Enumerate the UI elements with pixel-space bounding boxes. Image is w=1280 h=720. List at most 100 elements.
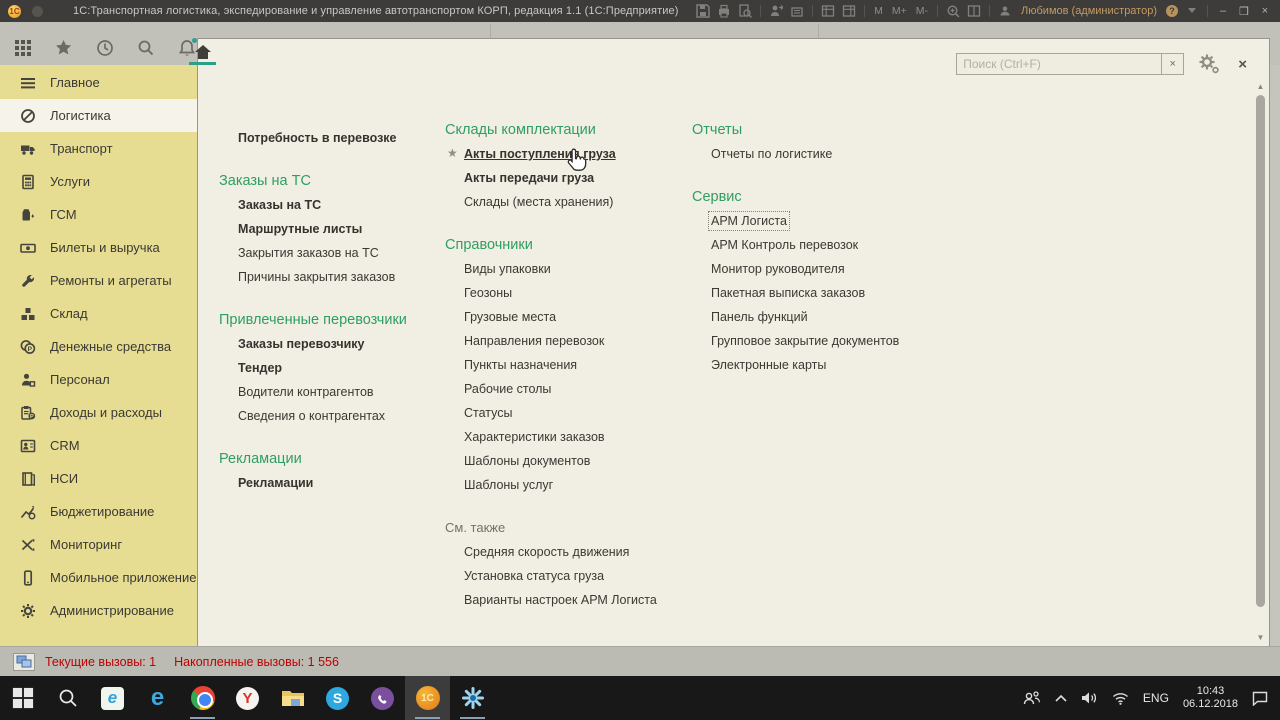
tab-home[interactable] [189,39,216,64]
menu-item[interactable]: Потребность в перевозке [219,126,435,150]
scroll-down-icon[interactable]: ▼ [1255,632,1266,643]
menu-item[interactable]: Тендер [219,356,435,380]
taskbar-chrome-app[interactable] [180,676,225,720]
menu-item[interactable]: Пакетная выписка заказов [692,281,942,305]
menu-item[interactable]: Рекламации [219,471,435,495]
menu-item[interactable]: Монитор руководителя [692,257,942,281]
menu-item[interactable]: Установка статуса груза [445,564,689,588]
scroll-up-icon[interactable]: ▲ [1255,81,1266,92]
sidebar-item-monitoring[interactable]: Мониторинг [0,528,197,561]
help-icon[interactable]: ? [1166,5,1178,17]
search-clear-button[interactable]: × [1162,53,1185,75]
sidebar-item-calculator[interactable]: Услуги [0,165,197,198]
menu-item[interactable]: АРМ Контроль перевозок [692,233,942,257]
taskbar-onec-app[interactable]: 1С [405,676,450,720]
current-user-label[interactable]: Любимов (администратор) [1021,5,1157,17]
menu-item[interactable]: Групповое закрытие документов [692,329,942,353]
taskbar-viber-app[interactable] [360,676,405,720]
table-icon[interactable] [821,5,835,18]
taskbar-edge-app[interactable]: e [135,676,180,720]
menu-item[interactable]: Средняя скорость движения [445,540,689,564]
table-settings-icon[interactable] [842,5,856,18]
menu-item[interactable]: Сведения о контрагентах [219,404,435,428]
sidebar-item-person[interactable]: Персонал [0,363,197,396]
fax-icon[interactable] [790,5,804,18]
minimize-button[interactable]: – [1216,5,1230,17]
menu-item[interactable]: Характеристики заказов [445,425,689,449]
clock[interactable]: 10:43 06.12.2018 [1183,685,1238,711]
menu-item[interactable]: Варианты настроек АРМ Логиста [445,588,689,612]
menu-item[interactable]: Электронные карты [692,353,942,377]
sidebar-item-wrench[interactable]: Ремонты и агрегаты [0,264,197,297]
menu-item[interactable]: Направления перевозок [445,329,689,353]
menu-item[interactable]: Заказы перевозчику [219,332,435,356]
action-center-icon[interactable] [1252,691,1268,706]
menu-item[interactable]: ★ Акты поступления груза [445,142,689,166]
language-indicator[interactable]: ENG [1143,691,1169,705]
save-icon[interactable] [696,4,710,18]
close-window-button[interactable]: × [1258,5,1272,17]
memory-button-m[interactable]: M [873,5,884,17]
volume-icon[interactable] [1081,691,1098,705]
menu-item[interactable]: Водители контрагентов [219,380,435,404]
menu-item[interactable]: Шаблоны документов [445,449,689,473]
sidebar-item-contact-card[interactable]: CRM [0,429,197,462]
chevron-down-icon[interactable] [1185,5,1199,18]
search-icon[interactable] [137,38,156,58]
favorites-star-icon[interactable] [54,38,73,58]
settings-gear-icon[interactable] [1198,54,1220,74]
menu-item[interactable]: Отчеты по логистике [692,142,942,166]
menu-item[interactable]: Шаблоны услуг [445,473,689,497]
sidebar-item-gear[interactable]: Администрирование [0,594,197,627]
sidebar-item-compass[interactable]: Логистика [0,99,197,132]
menu-item[interactable]: Геозоны [445,281,689,305]
sidebar-item-ticket[interactable]: Билеты и выручка [0,231,197,264]
menu-item[interactable]: Склады (места хранения) [445,190,689,214]
scrollbar-thumb[interactable] [1256,95,1265,607]
favorite-star-icon[interactable]: ★ [447,146,458,160]
menu-item[interactable]: Панель функций [692,305,942,329]
menu-item[interactable]: Грузовые места [445,305,689,329]
history-icon[interactable] [95,38,114,58]
sidebar-item-budget-chart[interactable]: Бюджетирование [0,495,197,528]
taskbar-snowflake-app-app[interactable] [450,676,495,720]
menu-item[interactable]: Причины закрытия заказов [219,265,435,289]
menu-item[interactable]: Акты передачи груза [445,166,689,190]
sidebar-item-ledger[interactable]: P Доходы и расходы [0,396,197,429]
titlebar-menu-button[interactable] [32,5,43,17]
taskbar-explorer-app[interactable] [270,676,315,720]
wifi-icon[interactable] [1112,692,1129,705]
sidebar-item-mobile-phone[interactable]: Мобильное приложение [0,561,197,594]
menu-item[interactable]: Пункты назначения [445,353,689,377]
taskbar-skype-app[interactable]: S [315,676,360,720]
memory-button-mplus[interactable]: M+ [891,5,908,17]
sidebar-item-books[interactable]: НСИ [0,462,197,495]
close-panel-button[interactable]: × [1238,57,1247,72]
sidebar-item-coins[interactable]: P Денежные средства [0,330,197,363]
print-icon[interactable] [717,4,731,18]
menu-item[interactable]: Маршрутные листы [219,217,435,241]
chevron-up-icon[interactable] [1055,694,1067,702]
maximize-button[interactable]: ❒ [1237,5,1251,18]
people-icon[interactable] [1023,690,1041,706]
menu-item[interactable]: Виды упаковки [445,257,689,281]
send-icon[interactable] [769,5,784,18]
taskbar-yandex-app[interactable]: Y [225,676,270,720]
menu-item[interactable]: Закрытия заказов на ТС [219,241,435,265]
menu-item[interactable]: Статусы [445,401,689,425]
menu-item[interactable]: АРМ Логиста [692,209,942,233]
search-input[interactable] [956,53,1163,75]
menu-item[interactable]: Рабочие столы [445,377,689,401]
zoom-in-icon[interactable] [946,5,960,18]
taskbar-start-button[interactable] [0,676,45,720]
sidebar-item-menu[interactable]: Главное [0,66,197,99]
menu-item[interactable]: Заказы на ТС [219,193,435,217]
sidebar-item-fuel[interactable]: ГСМ [0,198,197,231]
split-window-icon[interactable] [967,5,981,18]
apps-grid-icon[interactable] [13,38,32,58]
panel-scrollbar[interactable]: ▲ ▼ [1255,81,1266,643]
print-preview-icon[interactable] [738,4,753,18]
sidebar-item-pallet[interactable]: Склад [0,297,197,330]
taskbar-search-button[interactable] [45,676,90,720]
taskbar-ie-app[interactable]: e [90,676,135,720]
